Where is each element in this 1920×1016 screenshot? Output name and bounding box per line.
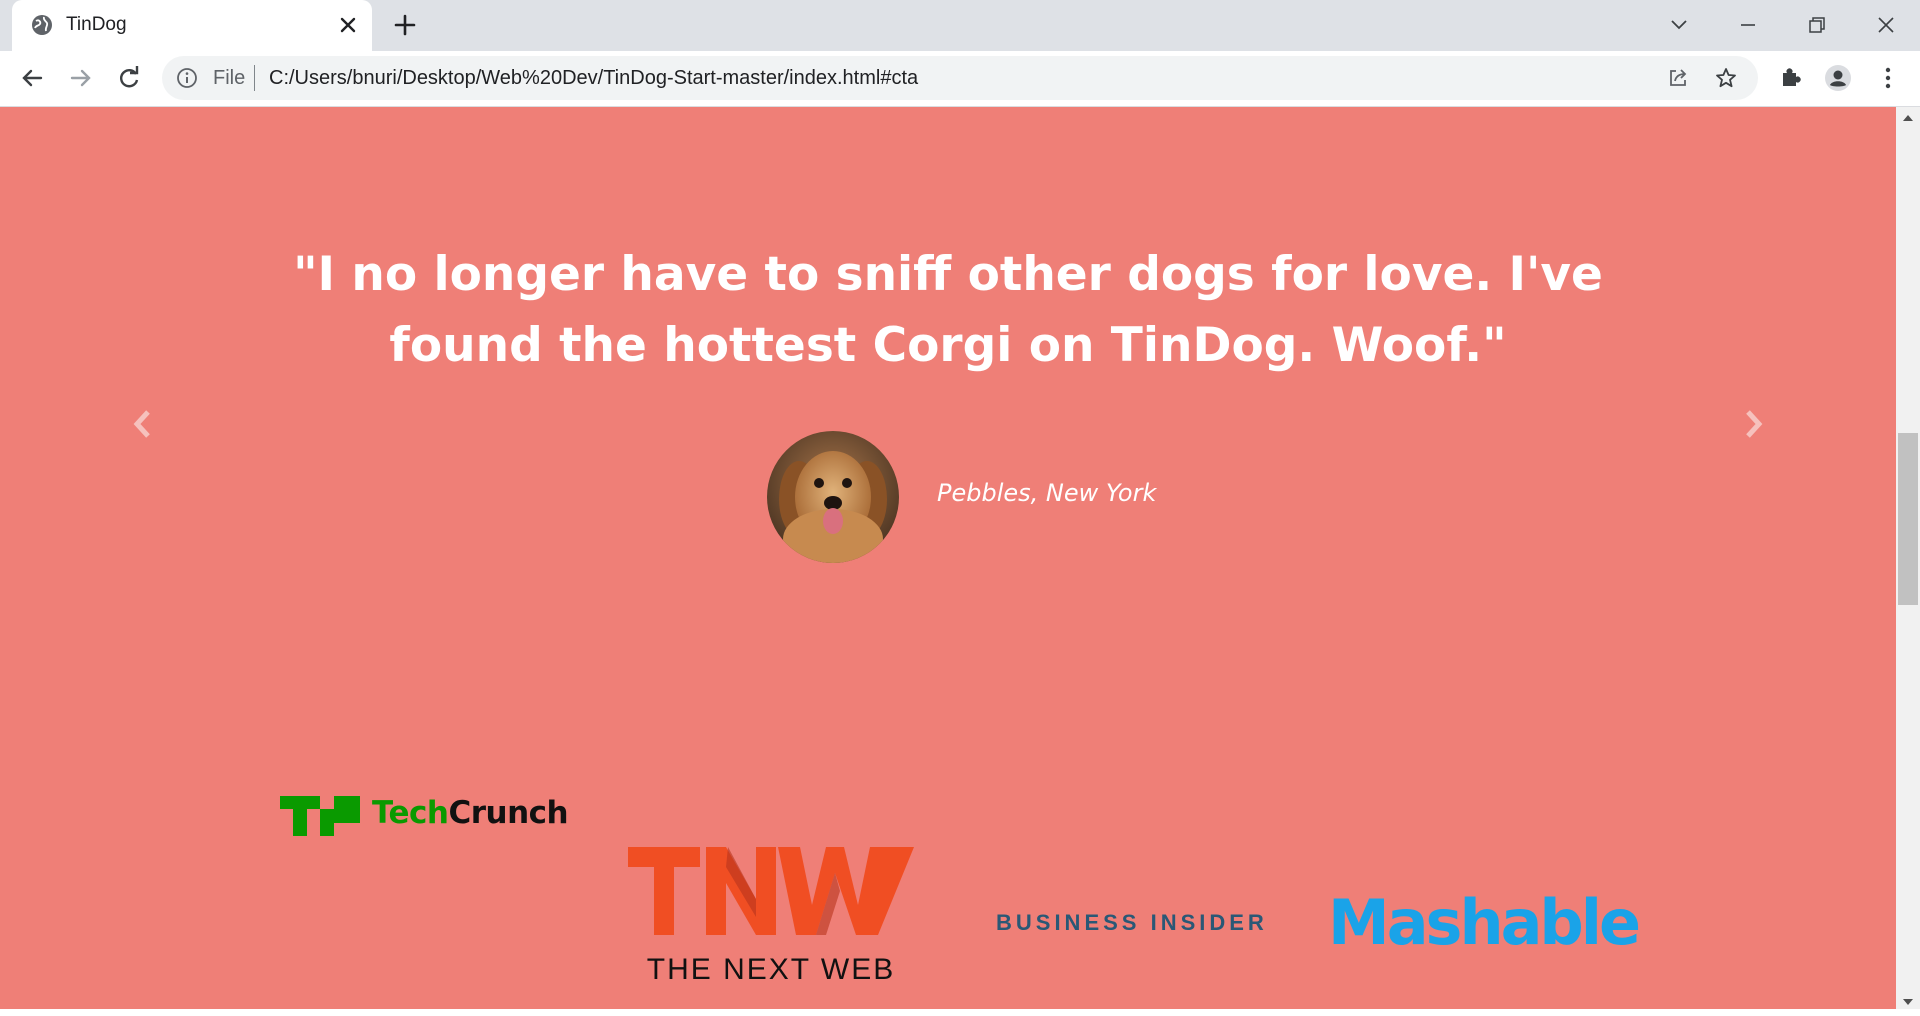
share-icon[interactable]	[1666, 66, 1690, 90]
dog-avatar	[767, 431, 899, 563]
tnw-subtitle: THE NEXT WEB	[646, 953, 896, 986]
extensions-puzzle-icon[interactable]	[1775, 63, 1805, 93]
techcrunch-wordmark: TechCrunch	[372, 795, 569, 831]
restore-icon[interactable]	[1802, 10, 1832, 40]
address-divider	[254, 65, 255, 91]
reload-icon[interactable]	[114, 63, 144, 93]
bottom-edge	[0, 1009, 1920, 1016]
more-menu-icon[interactable]	[1873, 63, 1903, 93]
minimize-icon[interactable]	[1733, 10, 1763, 40]
new-tab-plus-icon[interactable]	[392, 12, 418, 38]
scroll-up-arrow-icon[interactable]	[1902, 113, 1914, 123]
page-scrollbar[interactable]	[1896, 107, 1920, 1009]
business-insider-logo: BUSINESS INSIDER	[996, 910, 1268, 935]
back-arrow-icon[interactable]	[17, 63, 47, 93]
testimonial-quote: "I no longer have to sniff other dogs fo…	[250, 239, 1646, 381]
bookmark-star-icon[interactable]	[1714, 66, 1738, 90]
carousel-prev-chevron-left-icon[interactable]	[128, 404, 158, 444]
browser-toolbar: File C:/Users/bnuri/Desktop/Web%20Dev/Ti…	[0, 51, 1920, 107]
info-icon[interactable]	[176, 67, 198, 89]
tab-strip: TinDog	[0, 0, 1920, 51]
window-close-icon[interactable]	[1871, 10, 1901, 40]
techcrunch-part-tech: Tech	[372, 795, 449, 831]
testimonial-author: Pebbles, New York	[937, 479, 1157, 507]
quote-line-1: "I no longer have to sniff other dogs fo…	[293, 247, 1603, 302]
tab-tindog[interactable]: TinDog	[12, 0, 372, 51]
url-text[interactable]: C:/Users/bnuri/Desktop/Web%20Dev/TinDog-…	[269, 67, 918, 90]
scroll-down-arrow-icon[interactable]	[1902, 997, 1914, 1007]
profile-avatar-icon[interactable]	[1823, 63, 1853, 93]
carousel-next-chevron-right-icon[interactable]	[1738, 404, 1768, 444]
close-icon[interactable]	[336, 13, 360, 37]
tab-title: TinDog	[66, 14, 127, 35]
techcrunch-logo	[280, 796, 360, 836]
globe-icon	[32, 15, 52, 35]
url-scheme-label: File	[213, 67, 246, 89]
techcrunch-part-crunch: Crunch	[448, 795, 569, 831]
testimonial-section: "I no longer have to sniff other dogs fo…	[0, 107, 1896, 1009]
scrollbar-thumb[interactable]	[1898, 433, 1918, 605]
quote-line-2: found the hottest Corgi on TinDog. Woof.…	[389, 318, 1507, 373]
address-bar[interactable]: File C:/Users/bnuri/Desktop/Web%20Dev/Ti…	[162, 56, 1758, 100]
tnw-logo-mark	[628, 847, 914, 935]
mashable-logo: Mashable	[1328, 886, 1641, 959]
forward-arrow-icon[interactable]	[66, 63, 96, 93]
tab-search-chevron-down-icon[interactable]	[1664, 10, 1694, 40]
